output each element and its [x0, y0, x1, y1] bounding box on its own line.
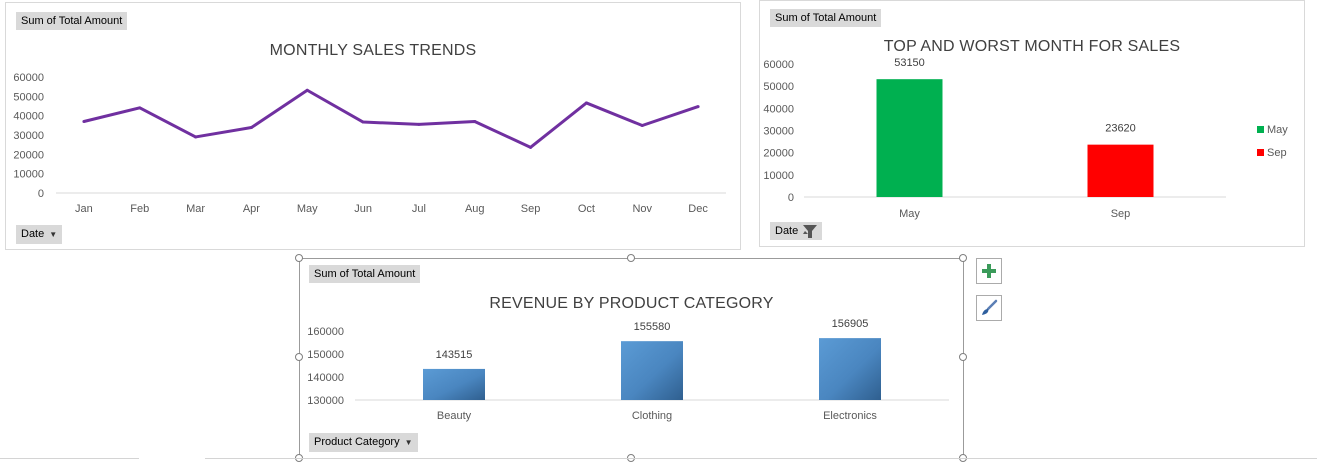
y-tick-label: 30000: [763, 126, 794, 138]
data-point: [361, 120, 365, 124]
y-tick-label: 10000: [763, 170, 794, 182]
y-tick-label: 50000: [13, 91, 44, 103]
data-point: [305, 88, 309, 92]
data-point: [696, 105, 700, 109]
x-tick-label: Aug: [465, 203, 485, 215]
data-point: [473, 120, 477, 124]
x-tick-label: Jun: [354, 203, 372, 215]
revenue-category-chart[interactable]: Sum of Total Amount REVENUE BY PRODUCT C…: [300, 259, 963, 460]
y-tick-label: 20000: [763, 148, 794, 160]
data-point: [584, 101, 588, 105]
y-tick-label: 150000: [307, 349, 344, 361]
x-tick-label: Dec: [688, 203, 708, 215]
data-label: 23620: [1105, 123, 1136, 135]
bar-sep: [1087, 144, 1154, 197]
resize-handle-right[interactable]: [959, 353, 967, 361]
x-tick-label: Oct: [578, 203, 595, 215]
bar-may: [876, 79, 943, 197]
data-point: [417, 122, 421, 126]
y-tick-label: 130000: [307, 395, 344, 407]
x-tick-label: Beauty: [437, 410, 472, 422]
date-field-label: Date: [775, 225, 799, 237]
x-tick-label: Clothing: [632, 410, 672, 422]
sheet-gridline: [0, 458, 139, 459]
resize-handle-left[interactable]: [295, 353, 303, 361]
y-tick-label: 40000: [13, 111, 44, 123]
dropdown-arrow-icon: ▼: [49, 230, 58, 239]
y-tick-label: 0: [38, 188, 44, 200]
date-field-button[interactable]: Date ▼: [16, 225, 63, 244]
x-tick-label: Sep: [521, 203, 541, 215]
brush-icon: [982, 299, 998, 315]
y-tick-label: 0: [788, 192, 794, 204]
x-tick-label: Jan: [75, 203, 93, 215]
data-point: [82, 120, 86, 124]
data-point: [194, 135, 198, 139]
top-worst-bar-plot: 60000 50000 40000 30000 20000 10000 0 53150 May 2…: [763, 57, 1288, 220]
dropdown-arrow-icon: ▼: [404, 438, 413, 447]
y-tick-label: 50000: [763, 81, 794, 93]
legend-swatch: [1257, 149, 1264, 156]
y-tick-label: 60000: [763, 59, 794, 71]
date-field-label: Date: [21, 228, 45, 240]
filter-icon: [803, 224, 818, 238]
y-tick-label: 30000: [13, 130, 44, 142]
top-worst-month-chart[interactable]: Sum of Total Amount TOP AND WORST MONTH …: [759, 0, 1305, 247]
x-tick-label: Feb: [130, 203, 149, 215]
legend-label: Sep: [1267, 147, 1287, 159]
series-line: [83, 88, 699, 149]
x-tick-label: Electronics: [823, 410, 877, 422]
bar-beauty: [423, 368, 485, 400]
x-tick-label: May: [899, 208, 920, 220]
data-point: [640, 123, 644, 127]
y-tick-label: 40000: [763, 103, 794, 115]
resize-handle-top-left[interactable]: [295, 254, 303, 262]
data-point: [138, 106, 142, 110]
x-tick-label: Apr: [243, 203, 260, 215]
data-label: 156905: [832, 318, 869, 330]
data-label: 143515: [436, 349, 473, 361]
chart-elements-button[interactable]: [976, 258, 1002, 284]
category-bar-plot: 160000 150000 140000 130000 143515 Beauty 1555…: [307, 318, 949, 422]
y-tick-label: 140000: [307, 372, 344, 384]
data-point: [249, 126, 253, 130]
data-point: [529, 145, 533, 149]
product-category-field-label: Product Category: [314, 436, 400, 448]
x-tick-label: Nov: [632, 203, 652, 215]
chart-styles-button[interactable]: [976, 295, 1002, 321]
date-field-button[interactable]: Date: [770, 222, 823, 240]
plus-icon: [982, 264, 996, 278]
resize-handle-top[interactable]: [627, 254, 635, 262]
monthly-sales-chart[interactable]: Sum of Total Amount MONTHLY SALES TRENDS…: [5, 2, 741, 250]
line-chart-plot: 60000 50000 40000 30000 20000 10000 0 Jan Feb Mar…: [13, 72, 726, 215]
product-category-field-button[interactable]: Product Category ▼: [309, 433, 418, 452]
x-tick-label: Jul: [412, 203, 426, 215]
y-tick-label: 10000: [13, 169, 44, 181]
bar-clothing: [621, 341, 683, 400]
x-tick-label: Sep: [1111, 208, 1131, 220]
y-tick-label: 60000: [13, 72, 44, 84]
x-tick-label: Mar: [186, 203, 205, 215]
y-tick-label: 20000: [13, 149, 44, 161]
legend-label: May: [1267, 124, 1288, 136]
data-label: 155580: [634, 321, 671, 333]
resize-handle-top-right[interactable]: [959, 254, 967, 262]
sheet-gridline: [205, 458, 1317, 459]
bar-electronics: [819, 338, 881, 400]
legend-swatch: [1257, 126, 1264, 133]
y-tick-label: 160000: [307, 326, 344, 338]
x-tick-label: May: [297, 203, 318, 215]
data-label: 53150: [894, 57, 925, 69]
